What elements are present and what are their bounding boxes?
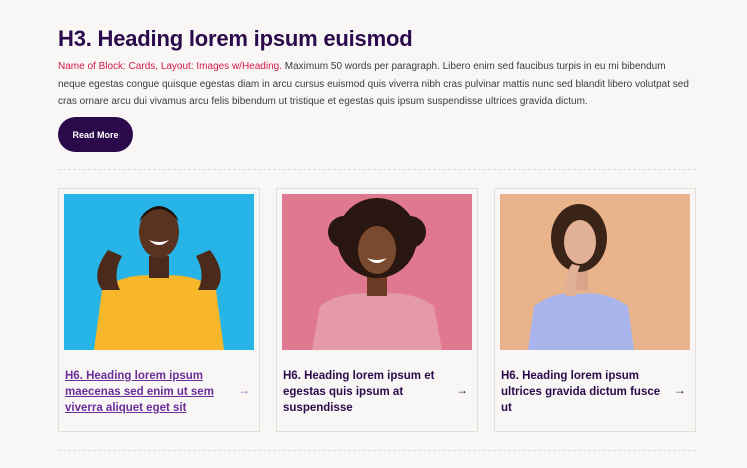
page: H3. Heading lorem ipsum euismod Name of … <box>0 0 747 468</box>
card-2-heading[interactable]: H6. Heading lorem ipsum et egestas quis … <box>283 368 443 416</box>
card-2-image <box>282 194 472 350</box>
card-3[interactable]: H6. Heading lorem ipsum ultrices gravida… <box>494 188 696 432</box>
card-3-heading[interactable]: H6. Heading lorem ipsum ultrices gravida… <box>501 368 661 416</box>
card-1-heading[interactable]: H6. Heading lorem ipsum maecenas sed eni… <box>65 368 225 416</box>
divider-bottom <box>58 450 696 451</box>
card-3-image <box>500 194 690 350</box>
arrow-right-icon[interactable]: → <box>238 384 250 396</box>
arrow-right-icon[interactable]: → <box>456 384 468 396</box>
intro-paragraph: Name of Block: Cards, Layout: Images w/H… <box>58 58 694 111</box>
divider-top <box>58 169 696 170</box>
arrow-right-icon[interactable]: → <box>674 384 686 396</box>
read-more-button[interactable]: Read More <box>58 117 133 152</box>
card-2[interactable]: H6. Heading lorem ipsum et egestas quis … <box>276 188 478 432</box>
card-1[interactable]: H6. Heading lorem ipsum maecenas sed eni… <box>58 188 260 432</box>
block-name-label: Name of Block: Cards, Layout: Images w/H… <box>58 61 282 72</box>
card-1-image <box>64 194 254 350</box>
page-title: H3. Heading lorem ipsum euismod <box>58 26 413 51</box>
